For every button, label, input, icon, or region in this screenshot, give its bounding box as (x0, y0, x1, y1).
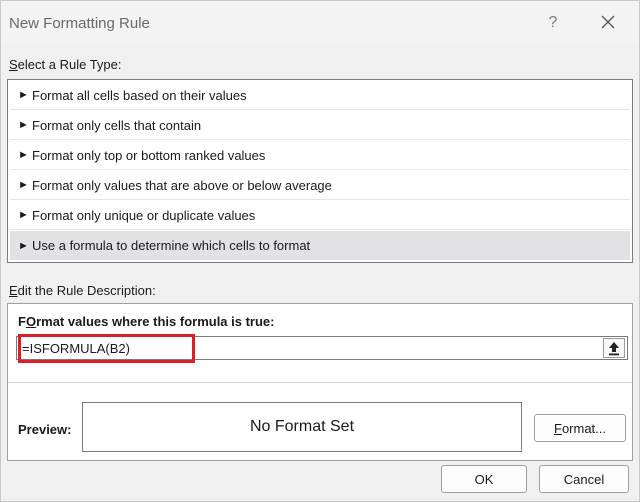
formula-highlight-annotation (18, 334, 195, 363)
rule-type-list[interactable]: ► Format all cells based on their values… (7, 79, 633, 263)
ok-button[interactable]: OK (441, 465, 527, 493)
collapse-dialog-button[interactable] (603, 338, 625, 358)
rule-type-item-label: Format all cells based on their values (32, 87, 247, 103)
rule-type-item[interactable]: ► Format only unique or duplicate values (10, 201, 630, 230)
format-preview: No Format Set (82, 402, 522, 452)
rule-description-label: Edit the Rule Description: (9, 283, 156, 298)
rule-type-item-label: Use a formula to determine which cells t… (32, 238, 311, 253)
rule-type-item-label: Format only cells that contain (32, 117, 202, 133)
help-button[interactable]: ? (539, 9, 567, 37)
rule-type-item[interactable]: ► Format only cells that contain (10, 111, 630, 140)
dialog-title: New Formatting Rule (9, 15, 150, 32)
arrow-icon: ► (18, 179, 29, 191)
new-formatting-rule-dialog: New Formatting Rule ? Select a Rule Type… (0, 0, 640, 502)
close-button[interactable] (595, 9, 623, 37)
rule-type-item-label: Format only values that are above or bel… (32, 177, 332, 193)
rule-type-item-label: Format only top or bottom ranked values (32, 147, 266, 163)
arrow-icon: ► (18, 149, 29, 161)
title-bar: New Formatting Rule ? (1, 1, 639, 45)
arrow-icon: ► (18, 119, 29, 131)
rule-type-label: Select a Rule Type: (9, 57, 122, 72)
format-button[interactable]: Format... (534, 414, 626, 442)
rule-type-item-label: Format only unique or duplicate values (32, 207, 256, 223)
arrow-icon: ► (18, 89, 29, 101)
cancel-button[interactable]: Cancel (539, 465, 629, 493)
rule-type-item[interactable]: ► Format only values that are above or b… (10, 171, 630, 200)
rule-type-item[interactable]: ► Format all cells based on their values (10, 81, 630, 110)
preview-label: Preview: (18, 422, 72, 437)
arrow-icon: ► (18, 239, 29, 252)
rule-description-panel: FOrmat values where this formula is true… (7, 303, 633, 461)
arrow-icon: ► (18, 209, 29, 221)
rule-type-item-selected[interactable]: ► Use a formula to determine which cells… (10, 231, 630, 260)
collapse-arrow-icon (609, 342, 619, 356)
divider (8, 382, 632, 383)
rule-type-item[interactable]: ► Format only top or bottom ranked value… (10, 141, 630, 170)
formula-label: FOrmat values where this formula is true… (18, 314, 275, 329)
close-icon (601, 15, 615, 29)
